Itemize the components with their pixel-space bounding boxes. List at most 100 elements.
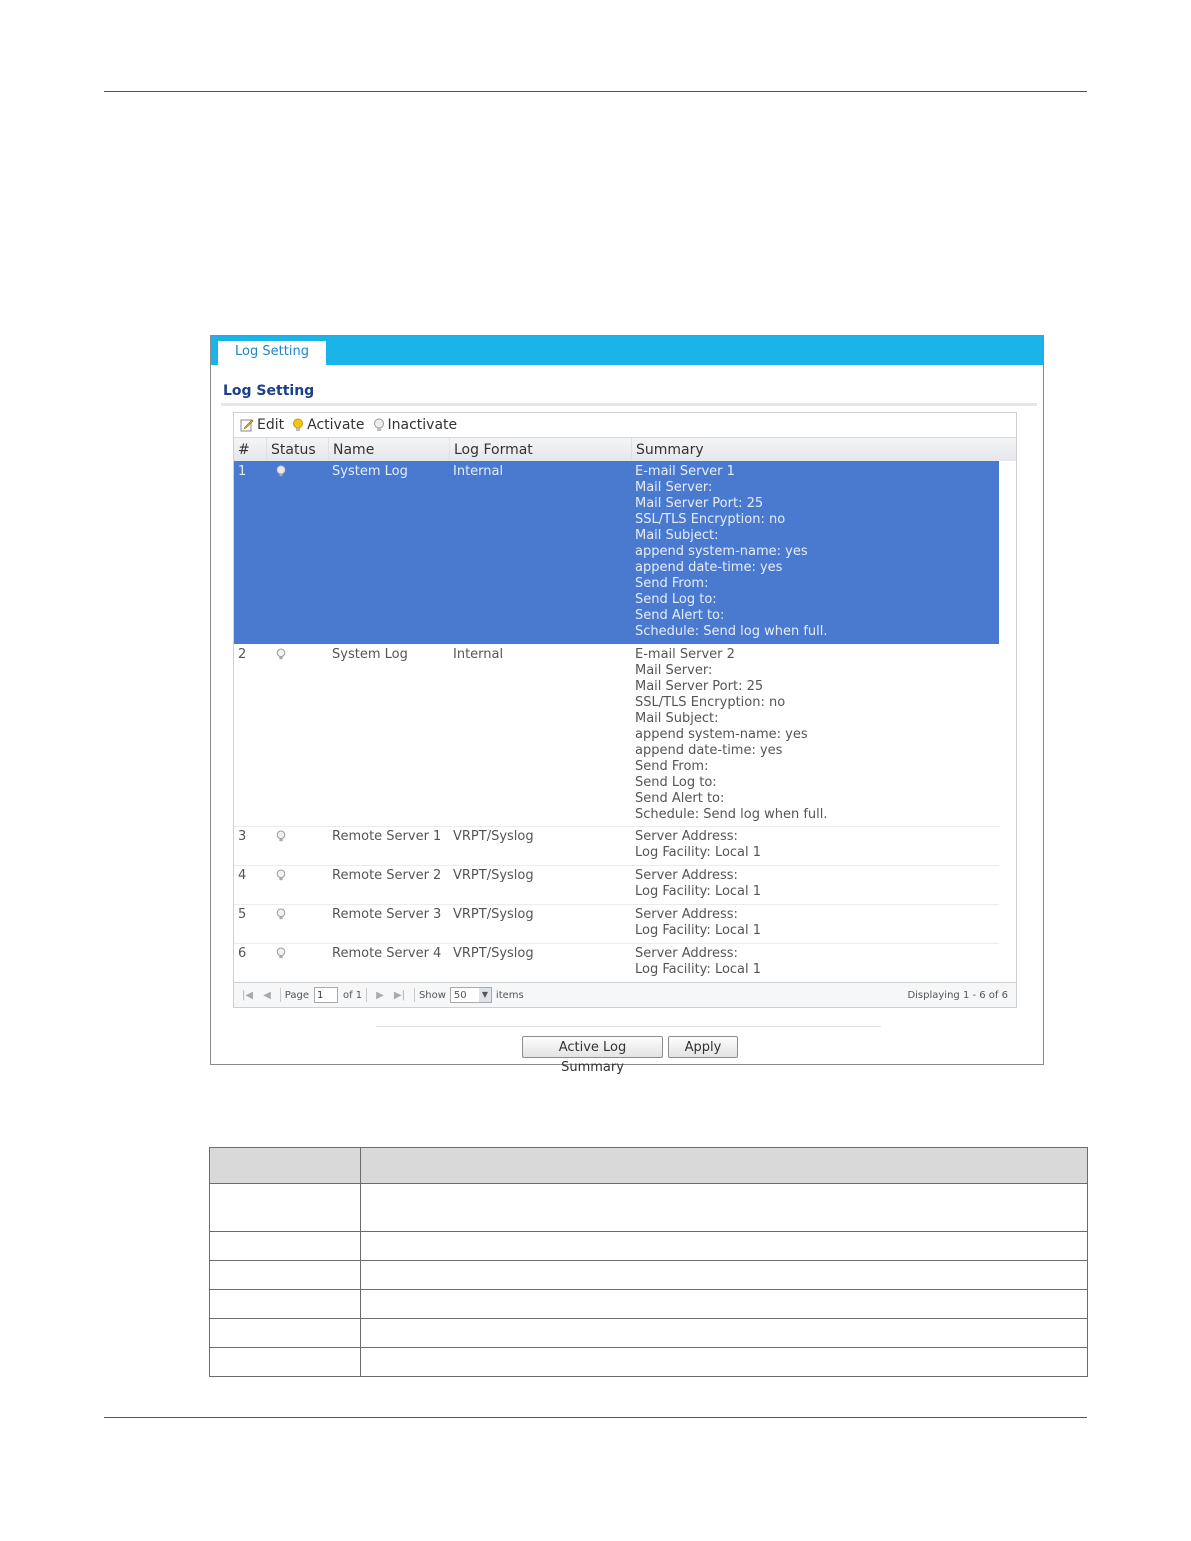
- tab-log-setting[interactable]: Log Setting: [218, 341, 326, 365]
- table-row: [209, 1347, 1088, 1377]
- summary-line: Send From:: [635, 576, 709, 591]
- tab-bar: Log Setting: [211, 336, 1043, 365]
- table-cell: [209, 1289, 361, 1319]
- summary-line: E-mail Server 2: [635, 647, 735, 662]
- table-header-row: [209, 1147, 1088, 1184]
- column-header-status[interactable]: Status: [266, 438, 328, 462]
- displaying-count: Displaying 1 - 6 of 6: [907, 989, 1008, 1001]
- table-cell: [209, 1183, 361, 1232]
- row-number: 5: [238, 907, 247, 922]
- table-cell: [360, 1183, 1088, 1232]
- column-header-summary[interactable]: Summary: [631, 438, 1016, 462]
- items-per-page-value: 50: [453, 989, 467, 1001]
- prev-page-icon[interactable]: ◀: [263, 990, 271, 1001]
- summary-line: Send From:: [635, 759, 709, 774]
- log-setting-screenshot: Log Setting Log Setting Edit Activate In…: [210, 335, 1044, 1075]
- summary-line: Send Log to:: [635, 592, 717, 607]
- table-cell: [360, 1318, 1088, 1348]
- row-number: 6: [238, 946, 247, 961]
- status-lightbulb-icon[interactable]: [276, 908, 286, 925]
- table-row[interactable]: 2 System Log Internal E-mail Server 2 Mail S…: [234, 644, 999, 827]
- column-header-name[interactable]: Name: [328, 438, 449, 462]
- status-lightbulb-icon[interactable]: [276, 648, 286, 665]
- table-cell: [360, 1289, 1088, 1319]
- row-summary: Server Address: Log Facility: Local 1: [631, 946, 1016, 978]
- row-name: Remote Server 3: [332, 907, 442, 922]
- summary-line: append date-time: yes: [635, 743, 783, 758]
- section-title: Log Setting: [223, 383, 315, 399]
- items-per-page-select[interactable]: 50 ▼: [449, 987, 492, 1003]
- table-cell: [209, 1318, 361, 1348]
- log-table: Edit Activate Inactivate # Status Name L…: [233, 412, 1017, 1008]
- button-divider: [376, 1026, 881, 1027]
- column-header-log-format[interactable]: Log Format: [449, 438, 631, 462]
- summary-line: append system-name: yes: [635, 544, 808, 559]
- row-summary: Server Address: Log Facility: Local 1: [631, 868, 1016, 900]
- table-row[interactable]: 3 Remote Server 1 VRPT/Syslog Server Addres…: [234, 826, 999, 866]
- apply-button[interactable]: Apply: [668, 1036, 738, 1058]
- table-row[interactable]: 6 Remote Server 4 VRPT/Syslog Server Addres…: [234, 943, 999, 983]
- inactivate-button[interactable]: Inactivate: [373, 417, 458, 433]
- column-header-number[interactable]: #: [234, 438, 266, 462]
- row-number: 4: [238, 868, 247, 883]
- row-name: System Log: [332, 464, 408, 479]
- edit-button[interactable]: Edit: [240, 417, 284, 433]
- row-summary: E-mail Server 1 Mail Server: Mail Server P…: [631, 464, 1016, 640]
- status-lightbulb-icon[interactable]: [276, 830, 286, 847]
- summary-line: Server Address:: [635, 829, 738, 844]
- table-cell: [209, 1231, 361, 1261]
- summary-line: Server Address:: [635, 946, 738, 961]
- next-page-icon[interactable]: ▶: [376, 990, 384, 1001]
- table-row: [209, 1289, 1088, 1319]
- row-summary: E-mail Server 2 Mail Server: Mail Server P…: [631, 647, 1016, 823]
- summary-line: append system-name: yes: [635, 727, 808, 742]
- table-scroll-area: [999, 461, 1016, 984]
- row-name: Remote Server 1: [332, 829, 442, 844]
- table-row[interactable]: 5 Remote Server 3 VRPT/Syslog Server Addres…: [234, 904, 999, 944]
- table-row: [209, 1260, 1088, 1290]
- table-header: # Status Name Log Format Summary: [234, 437, 1016, 463]
- row-log-format: VRPT/Syslog: [453, 907, 534, 922]
- table-toolbar: Edit Activate Inactivate: [234, 413, 1016, 437]
- first-page-icon[interactable]: |◀: [242, 990, 253, 1001]
- table-cell: [209, 1260, 361, 1290]
- row-log-format: VRPT/Syslog: [453, 868, 534, 883]
- row-number: 3: [238, 829, 247, 844]
- activate-button[interactable]: Activate: [292, 417, 365, 433]
- summary-line: Mail Server:: [635, 663, 713, 678]
- summary-line: append date-time: yes: [635, 560, 783, 575]
- table-row: [209, 1183, 1088, 1232]
- summary-line: Schedule: Send log when full.: [635, 624, 828, 639]
- row-summary: Server Address: Log Facility: Local 1: [631, 829, 1016, 861]
- inactivate-label: Inactivate: [387, 417, 458, 433]
- active-log-summary-button[interactable]: Active Log Summary: [522, 1036, 663, 1075]
- status-lightbulb-icon[interactable]: [276, 869, 286, 886]
- status-lightbulb-icon[interactable]: [276, 947, 286, 964]
- summary-line: Log Facility: Local 1: [635, 923, 762, 938]
- summary-line: SSL/TLS Encryption: no: [635, 695, 786, 710]
- table-header-cell: [209, 1147, 361, 1184]
- summary-line: Log Facility: Local 1: [635, 884, 762, 899]
- table-row: [209, 1318, 1088, 1348]
- footer-rule: [104, 1417, 1087, 1418]
- pager-separator: [366, 988, 368, 1002]
- last-page-icon[interactable]: ▶|: [394, 990, 405, 1001]
- table-row[interactable]: 4 Remote Server 2 VRPT/Syslog Server Addres…: [234, 865, 999, 905]
- row-number: 1: [238, 464, 247, 479]
- summary-line: Log Facility: Local 1: [635, 845, 762, 860]
- summary-line: Send Log to:: [635, 775, 717, 790]
- table-cell: [209, 1347, 361, 1377]
- page-number-input[interactable]: [313, 987, 338, 1003]
- summary-line: Mail Subject:: [635, 711, 719, 726]
- summary-line: E-mail Server 1: [635, 464, 735, 479]
- lightbulb-on-icon: [293, 418, 304, 431]
- summary-line: Mail Server Port: 25: [635, 679, 764, 694]
- status-lightbulb-icon[interactable]: [276, 465, 286, 482]
- chevron-down-icon: ▼: [478, 988, 491, 1002]
- pager-separator: [279, 988, 281, 1002]
- summary-line: Mail Server:: [635, 480, 713, 495]
- summary-line: Mail Server Port: 25: [635, 496, 764, 511]
- table-cell: [360, 1260, 1088, 1290]
- table-cell: [360, 1231, 1088, 1261]
- table-row[interactable]: 1 System Log Internal E-mail Server 1 Mail S…: [234, 461, 999, 644]
